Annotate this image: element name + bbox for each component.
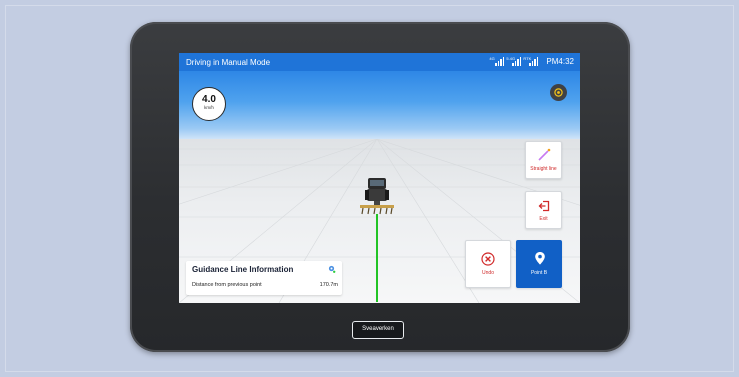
status-bar: Driving in Manual Mode 4G 5.4G RTK PM4:3… bbox=[179, 53, 580, 71]
point-b-label: Point B bbox=[530, 270, 548, 276]
undo-button[interactable]: Undo bbox=[465, 240, 511, 288]
signal-tag-rtk: RTK bbox=[523, 56, 532, 61]
brand-logo: Sveaverken bbox=[352, 321, 404, 339]
status-title: Driving in Manual Mode bbox=[186, 58, 271, 67]
sky-background bbox=[179, 71, 580, 139]
guidance-info-panel: Guidance Line Information Distance from … bbox=[186, 261, 342, 295]
gps-locate-button[interactable] bbox=[550, 84, 567, 101]
map-marker-icon[interactable] bbox=[327, 265, 336, 274]
distance-value: 170.7m bbox=[319, 282, 338, 288]
signal-tag-4g: 4G bbox=[489, 56, 495, 61]
tractor-icon bbox=[360, 178, 394, 215]
undo-label: Undo bbox=[482, 270, 494, 276]
close-circle-icon bbox=[481, 252, 495, 266]
speed-unit: km/h bbox=[204, 105, 214, 110]
exit-door-icon bbox=[538, 200, 550, 212]
guidance-line bbox=[376, 214, 378, 302]
status-indicators: 4G 5.4G RTK PM4:32 bbox=[489, 56, 574, 66]
guidance-title: Guidance Line Information bbox=[192, 265, 294, 274]
point-b-button[interactable]: Point B bbox=[516, 240, 562, 288]
map-pin-icon bbox=[535, 252, 545, 265]
straight-line-button[interactable]: Straight line bbox=[525, 141, 562, 179]
signal-icon: 5.4G bbox=[506, 56, 522, 66]
signal-icon: 4G bbox=[489, 56, 505, 66]
straight-line-label: Straight line bbox=[530, 166, 557, 172]
exit-label: Exit bbox=[539, 216, 548, 222]
speed-indicator: 4.0 km/h bbox=[192, 87, 226, 121]
speed-value: 4.0 bbox=[202, 94, 216, 105]
clock: PM4:32 bbox=[546, 56, 574, 66]
distance-label: Distance from previous point bbox=[192, 282, 262, 288]
exit-button[interactable]: Exit bbox=[525, 191, 562, 229]
pencil-line-icon bbox=[538, 148, 551, 161]
signal-tag-wifi: 5.4G bbox=[506, 56, 516, 61]
gps-locate-icon bbox=[554, 88, 563, 97]
signal-icon: RTK bbox=[523, 56, 539, 66]
